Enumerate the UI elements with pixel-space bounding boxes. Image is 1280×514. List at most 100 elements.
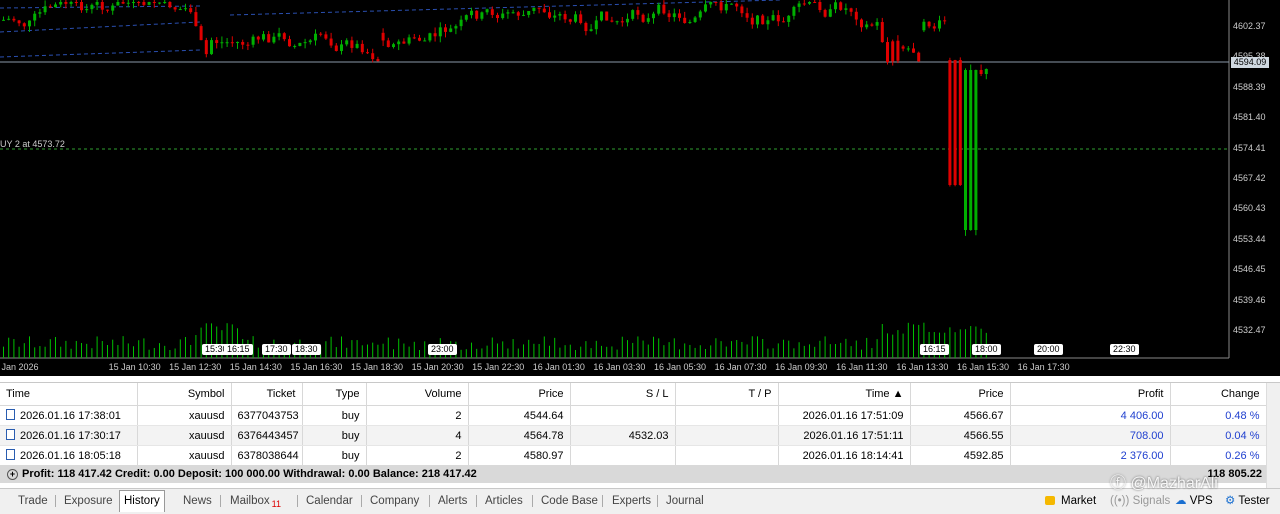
candle-body <box>470 10 473 16</box>
document-icon <box>6 449 15 460</box>
col-symbol[interactable]: Symbol <box>137 383 232 406</box>
candle-body <box>449 28 453 32</box>
bag-icon <box>1045 496 1055 505</box>
cell-symbol: xauusd <box>137 445 232 466</box>
tab-articles[interactable]: Articles <box>485 492 523 510</box>
candle-body <box>626 18 629 23</box>
expand-icon[interactable]: + <box>7 469 18 480</box>
col-price[interactable]: Price <box>468 383 571 406</box>
candle-body <box>808 2 811 4</box>
cell-type: buy <box>302 405 367 426</box>
tab-mailbox[interactable]: Mailbox 11 <box>230 492 281 510</box>
candle-body <box>95 2 99 5</box>
tab-history[interactable]: History <box>119 490 165 512</box>
signal-icon: ((•)) <box>1110 495 1130 507</box>
candle-body <box>750 17 754 25</box>
tab-company[interactable]: Company <box>370 492 419 510</box>
col-sl[interactable]: S / L <box>570 383 676 406</box>
table-row[interactable]: 2026.01.16 17:38:01 xauusd 6377043753 bu… <box>0 405 1267 426</box>
tab-experts[interactable]: Experts <box>612 492 651 510</box>
candle-body <box>22 23 26 27</box>
col-tp[interactable]: T / P <box>675 383 779 406</box>
candle-body <box>64 2 68 4</box>
tester-button[interactable]: ⚙ Tester <box>1225 492 1270 510</box>
price-chart[interactable]: 4602.374595.384588.394581.404574.414567.… <box>0 0 1280 376</box>
time-axis-label: 16 Jan 17:30 <box>1017 362 1070 372</box>
candle-body <box>142 2 146 5</box>
current-price-tag: 4594.09 <box>1231 57 1269 68</box>
candle-body <box>662 4 666 14</box>
vertical-scrollbar[interactable] <box>1266 383 1280 489</box>
candle-body <box>984 69 988 75</box>
candle-body <box>407 37 411 44</box>
signals-label: Signals <box>1132 495 1171 507</box>
signals-button[interactable]: ((•)) Signals <box>1110 492 1170 510</box>
col-close-price[interactable]: Price <box>910 383 1011 406</box>
cell-profit: 4 406.00 <box>1010 405 1171 426</box>
candle-body <box>126 2 130 4</box>
cell-profit: 2 376.00 <box>1010 445 1171 466</box>
tab-code-base[interactable]: Code Base <box>541 492 598 510</box>
cell-type: buy <box>302 425 367 446</box>
col-profit[interactable]: Profit <box>1010 383 1171 406</box>
candle-body <box>386 40 390 47</box>
candle-body <box>298 42 302 46</box>
candle-body <box>334 45 338 51</box>
session-tag: 16:15 <box>224 344 253 355</box>
col-close-time[interactable]: Time ▲ <box>778 383 911 406</box>
table-row[interactable]: 2026.01.16 18:05:18 xauusd 6378038644 bu… <box>0 445 1267 466</box>
candle-body <box>444 27 447 32</box>
col-volume[interactable]: Volume <box>366 383 469 406</box>
candle-body <box>423 40 427 42</box>
candle-body <box>366 52 369 54</box>
candle-body <box>501 13 505 19</box>
candle-body <box>288 39 291 47</box>
candle-body <box>189 8 193 13</box>
candle-body <box>584 22 588 32</box>
vps-button[interactable]: ☁ VPS <box>1175 492 1213 510</box>
candle-body <box>906 48 910 50</box>
candle-body <box>652 13 655 19</box>
candle-body <box>776 15 780 22</box>
candle-body <box>360 43 364 53</box>
candle-body <box>412 37 416 39</box>
candle-body <box>792 6 796 16</box>
price-axis-label: 4567.42 <box>1233 173 1266 183</box>
candle-body <box>657 4 661 14</box>
tab-news[interactable]: News <box>183 492 212 510</box>
candle-body <box>303 42 307 44</box>
candle-body <box>490 9 494 15</box>
col-change[interactable]: Change <box>1170 383 1267 406</box>
candle-body <box>438 27 442 37</box>
candle-body <box>2 19 5 21</box>
tab-trade[interactable]: Trade <box>18 492 48 510</box>
candle-body <box>433 33 437 37</box>
col-ticket[interactable]: Ticket <box>231 383 303 406</box>
candle-body <box>381 32 385 41</box>
candle-body <box>496 14 499 19</box>
candle-body <box>225 42 229 44</box>
tab-alerts[interactable]: Alerts <box>438 492 467 510</box>
account-summary: + Profit: 118 417.42 Credit: 0.00 Deposit… <box>0 465 1266 483</box>
table-row[interactable]: 2026.01.16 17:30:17 xauusd 6376443457 bu… <box>0 425 1267 446</box>
candle-body <box>392 44 395 47</box>
col-type[interactable]: Type <box>302 383 367 406</box>
col-time[interactable]: Time <box>0 383 138 406</box>
candle-body <box>537 7 541 9</box>
summary-text: Profit: 118 417.42 Credit: 0.00 Deposit:… <box>22 468 477 480</box>
candle-body <box>522 14 525 16</box>
cell-price: 4564.78 <box>468 425 571 446</box>
candle-body <box>137 2 141 3</box>
candle-body <box>834 2 837 10</box>
candle-body <box>158 2 161 4</box>
tab-exposure[interactable]: Exposure <box>64 492 113 510</box>
tab-calendar[interactable]: Calendar <box>306 492 353 510</box>
tab-journal[interactable]: Journal <box>666 492 704 510</box>
candle-body <box>844 8 848 10</box>
candle-body <box>376 59 380 62</box>
chart-canvas[interactable] <box>0 0 1280 376</box>
candle-body <box>849 8 853 12</box>
candle-body <box>969 70 973 230</box>
market-button[interactable]: Market <box>1045 492 1096 510</box>
candle-body <box>880 22 884 43</box>
